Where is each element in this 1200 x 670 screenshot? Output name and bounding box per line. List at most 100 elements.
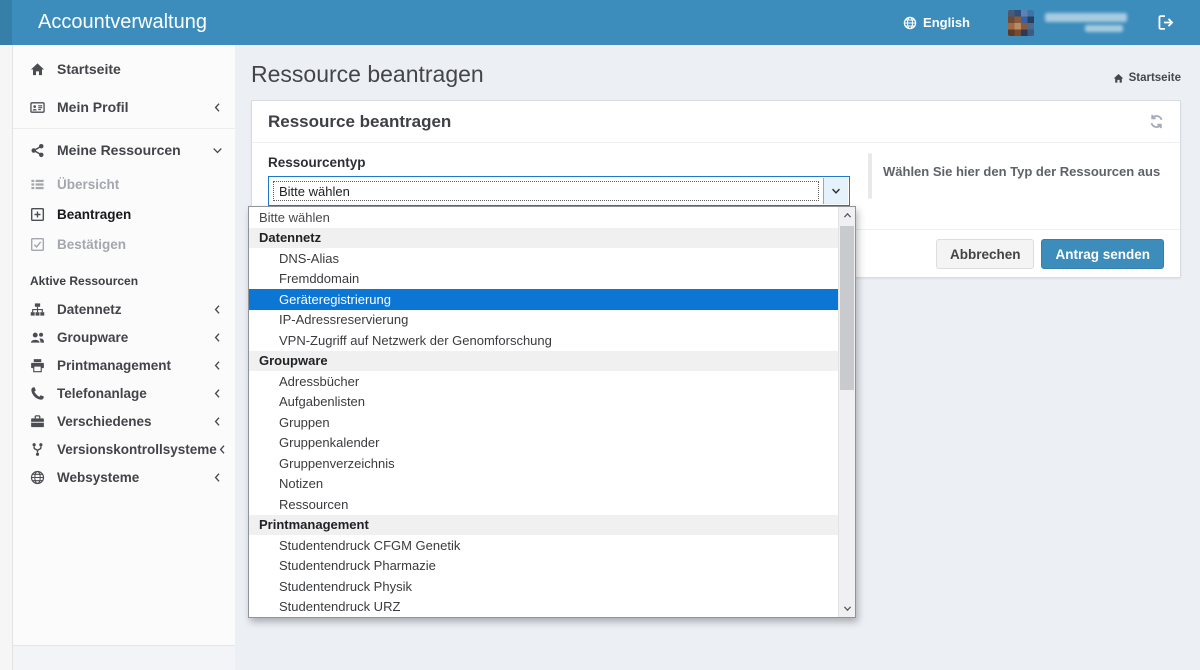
sidebar-item-versionskontrollsysteme[interactable]: Versionskontrollsysteme	[13, 435, 235, 463]
globe-icon	[903, 16, 917, 30]
language-switcher[interactable]: English	[903, 15, 970, 30]
chevron-left-icon	[217, 444, 228, 455]
help-text: Wählen Sie hier den Typ der Ressourcen a…	[883, 164, 1160, 179]
id-card-icon	[30, 100, 45, 115]
chevron-left-icon	[212, 416, 223, 427]
sidebar-item-websysteme[interactable]: Websysteme	[13, 463, 235, 491]
dropdown-scrollbar[interactable]	[838, 207, 855, 617]
scrollbar-thumb[interactable]	[840, 226, 854, 390]
chevron-down-icon	[831, 186, 841, 196]
sidebar-divider	[13, 128, 235, 129]
list-icon	[30, 177, 45, 192]
dropdown-option-list: Bitte wählenDatennetzDNS-AliasFremddomai…	[249, 207, 838, 617]
panel-title: Ressource beantragen	[268, 112, 451, 132]
sidebar-item-printmanagement[interactable]: Printmanagement	[13, 351, 235, 379]
scroll-down-button[interactable]	[839, 600, 855, 617]
avatar	[1008, 10, 1034, 36]
submit-button[interactable]: Antrag senden	[1041, 239, 1164, 269]
home-icon	[30, 62, 45, 77]
option-vpn-zugriff-genomforschung[interactable]: VPN-Zugriff auf Netzwerk der Genomforsch…	[249, 330, 838, 351]
sidebar-item-mein-profil[interactable]: Mein Profil	[13, 88, 235, 126]
option-ip-adressreservierung[interactable]: IP-Adressreservierung	[249, 310, 838, 331]
code-fork-icon	[30, 442, 45, 457]
language-label: English	[923, 15, 970, 30]
sidebar-footer	[13, 646, 235, 670]
sidebar-item-verschiedenes[interactable]: Verschiedenes	[13, 407, 235, 435]
option-gruppenverzeichnis[interactable]: Gruppenverzeichnis	[249, 453, 838, 474]
users-icon	[30, 330, 45, 345]
cancel-button[interactable]: Abbrechen	[936, 239, 1035, 269]
sidebar-item-uebersicht[interactable]: Übersicht	[13, 169, 235, 199]
sidebar-item-label: Printmanagement	[57, 358, 171, 373]
option-studentendruck-cfgm-genetik[interactable]: Studentendruck CFGM Genetik	[249, 535, 838, 556]
help-divider	[868, 153, 872, 199]
resource-type-label: Ressourcentyp	[268, 155, 366, 170]
sidebar-resources-menu: Datennetz Groupware Printmanagement Telefon…	[13, 295, 235, 491]
option-studentendruck-pharmazie[interactable]: Studentendruck Pharmazie	[249, 556, 838, 577]
refresh-icon[interactable]	[1149, 114, 1164, 129]
option-ressourcen[interactable]: Ressourcen	[249, 494, 838, 515]
sidebar-item-datennetz[interactable]: Datennetz	[13, 295, 235, 323]
option-studentendruck-urz[interactable]: Studentendruck URZ	[249, 597, 838, 618]
sidebar-item-beantragen[interactable]: Beantragen	[13, 199, 235, 229]
user-menu[interactable]	[1008, 10, 1127, 36]
sidebar-gutter	[0, 45, 13, 670]
option-studentendruck-physik[interactable]: Studentendruck Physik	[249, 576, 838, 597]
option-gruppenkalender[interactable]: Gruppenkalender	[249, 433, 838, 454]
sidebar-item-telefonanlage[interactable]: Telefonanlage	[13, 379, 235, 407]
logout-button[interactable]	[1157, 14, 1174, 31]
option-gruppen[interactable]: Gruppen	[249, 412, 838, 433]
sidebar-item-label: Mein Profil	[57, 99, 129, 115]
sidebar-item-label: Versionskontrollsysteme	[57, 442, 217, 457]
sidebar-item-bestaetigen[interactable]: Bestätigen	[13, 229, 235, 259]
sidebar-item-label: Websysteme	[57, 470, 139, 485]
option-geraeteregistrierung[interactable]: Geräteregistrierung	[249, 289, 838, 310]
breadcrumb[interactable]: Startseite	[1113, 72, 1181, 84]
sidebar-item-label: Startseite	[57, 61, 121, 77]
scroll-up-button[interactable]	[839, 207, 855, 224]
option-fremddomain[interactable]: Fremddomain	[249, 269, 838, 290]
plus-square-icon	[30, 207, 45, 222]
breadcrumb-label: Startseite	[1129, 72, 1181, 84]
top-navbar: Accountverwaltung English	[0, 0, 1200, 45]
option-notizen[interactable]: Notizen	[249, 474, 838, 495]
chevron-left-icon	[212, 472, 223, 483]
chevron-left-icon	[212, 360, 223, 371]
sidebar-item-groupware[interactable]: Groupware	[13, 323, 235, 351]
globe-icon	[30, 470, 45, 485]
page-title: Ressource beantragen	[251, 61, 484, 88]
app-window: Accountverwaltung English Startseite Mein…	[0, 0, 1200, 670]
sidebar-item-label: Meine Ressourcen	[57, 142, 181, 158]
share-nodes-icon	[30, 143, 45, 158]
sidebar-item-label: Verschiedenes	[57, 414, 152, 429]
main-content: Ressource beantragen Startseite Ressourc…	[235, 45, 1200, 670]
resource-type-dropdown-popup: Bitte wählenDatennetzDNS-AliasFremddomai…	[248, 206, 856, 618]
option-dns-alias[interactable]: DNS-Alias	[249, 248, 838, 269]
navbar-right: English	[903, 0, 1174, 45]
user-name-blur-line	[1085, 25, 1123, 32]
sidebar-item-label: Bestätigen	[57, 237, 126, 252]
user-name-blur-line	[1045, 13, 1127, 22]
app-title: Accountverwaltung	[38, 0, 207, 45]
briefcase-icon	[30, 414, 45, 429]
chevron-left-icon	[212, 102, 223, 113]
option-aufgabenlisten[interactable]: Aufgabenlisten	[249, 392, 838, 413]
sidebar-item-label: Datennetz	[57, 302, 122, 317]
sidebar-item-label: Telefonanlage	[57, 386, 147, 401]
option-bitte-waehlen[interactable]: Bitte wählen	[249, 207, 838, 228]
resource-type-select[interactable]: Bitte wählen	[268, 176, 850, 206]
sitemap-icon	[30, 302, 45, 317]
select-dropdown-button[interactable]	[823, 178, 848, 204]
sidebar-item-startseite[interactable]: Startseite	[13, 50, 235, 88]
navbar-logo-strip	[0, 0, 12, 45]
optgroup-datennetz: Datennetz	[249, 228, 838, 249]
user-name-redacted	[1045, 13, 1127, 32]
sidebar-item-label: Beantragen	[57, 207, 131, 222]
phone-icon	[30, 386, 45, 401]
sidebar-item-meine-ressourcen[interactable]: Meine Ressourcen	[13, 131, 235, 169]
chevron-left-icon	[212, 332, 223, 343]
sidebar-menu: Startseite Mein Profil Meine Ressourcen Übe…	[13, 45, 235, 259]
chevron-left-icon	[212, 388, 223, 399]
sidebar-section-label: Aktive Ressourcen	[13, 259, 235, 295]
option-adressbuecher[interactable]: Adressbücher	[249, 371, 838, 392]
